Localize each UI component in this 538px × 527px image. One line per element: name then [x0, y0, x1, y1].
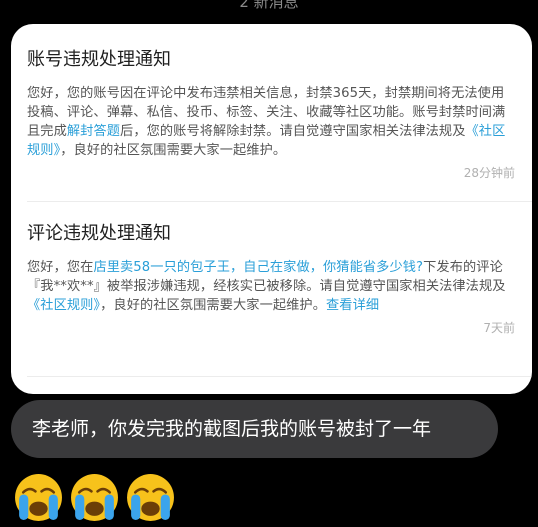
notice-title: 评论违规处理通知 — [27, 223, 171, 244]
community-rules-link[interactable]: 《社区规则》 — [27, 298, 100, 313]
notice-timestamp: 28分钟前 — [463, 166, 515, 180]
chat-message-bubble[interactable]: 李老师，你发完我的截图后我的账号被封了一年 — [11, 400, 498, 458]
notice-account-ban[interactable]: 账号违规处理通知 您好，您的账号因在评论中发布违禁相关信息，封禁365天，封禁期… — [27, 48, 515, 181]
notice-text: ，良好的社区氛围需要大家一起维护。 — [60, 143, 287, 158]
divider — [27, 376, 532, 377]
crying-face-icon — [127, 474, 174, 521]
notice-title: 账号违规处理通知 — [27, 49, 171, 70]
notice-comment-removed[interactable]: 评论违规处理通知 您好，您在店里卖58一只的包子王，自己在家做，你猜能省多少钱?… — [27, 222, 515, 336]
notice-body: 您好，您的账号因在评论中发布违禁相关信息，封禁365天，封禁期间将无法使用投稿、… — [27, 84, 515, 160]
new-messages-indicator[interactable]: 2 新消息 — [0, 0, 538, 12]
divider — [27, 201, 532, 202]
crying-face-icon — [15, 474, 62, 521]
notice-text: ，良好的社区氛围需要大家一起维护。 — [100, 298, 327, 313]
unban-quiz-link[interactable]: 解封答题 — [67, 124, 120, 139]
view-details-link[interactable]: 查看详细 — [326, 298, 379, 313]
emoji-row — [13, 472, 176, 523]
notice-timestamp: 7天前 — [483, 321, 515, 335]
notice-text: 后，您的账号将解除封禁。请自觉遵守国家相关法律法规及 — [120, 124, 466, 139]
notice-text: 您好，您在 — [27, 260, 94, 275]
notification-card: 账号违规处理通知 您好，您的账号因在评论中发布违禁相关信息，封禁365天，封禁期… — [11, 24, 532, 394]
video-title-link[interactable]: 店里卖58一只的包子王，自己在家做，你猜能省多少钱? — [93, 260, 423, 275]
notice-body: 您好，您在店里卖58一只的包子王，自己在家做，你猜能省多少钱?下发布的评论『我*… — [27, 258, 515, 315]
crying-face-icon — [71, 474, 118, 521]
